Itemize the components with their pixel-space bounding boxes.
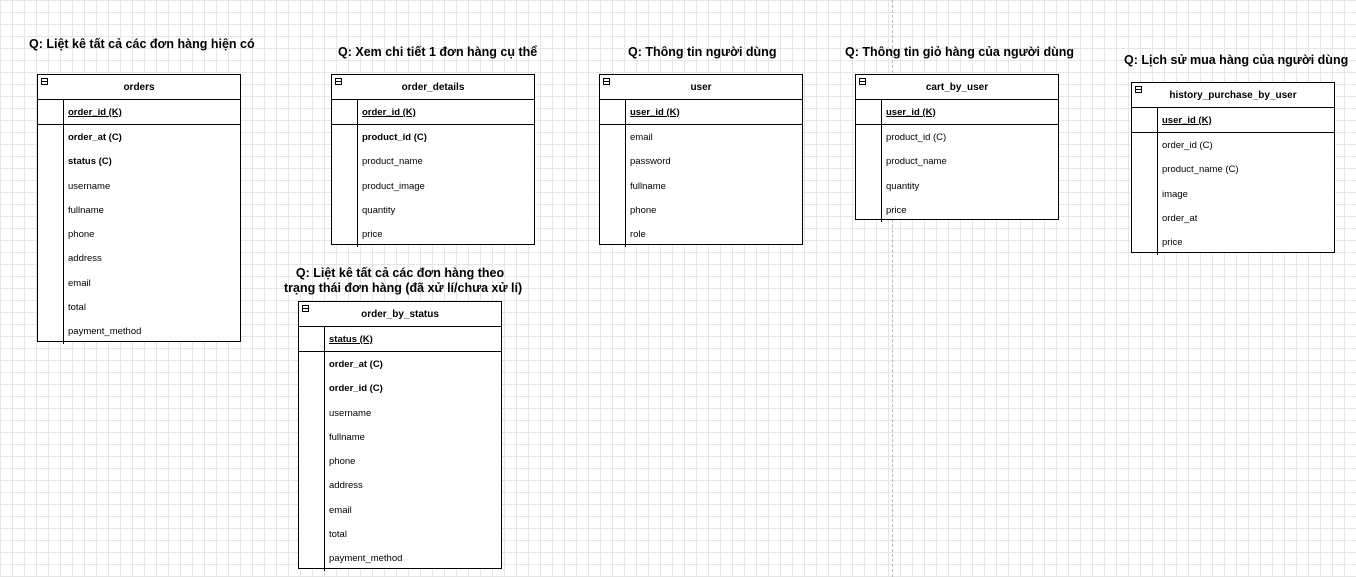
- table-name: order_by_status: [361, 308, 439, 320]
- column-section: order_at (C) status (C) username fullnam…: [38, 125, 240, 344]
- column-row[interactable]: email: [600, 125, 802, 149]
- table-name: history_purchase_by_user: [1169, 89, 1297, 101]
- key-section: user_id (K): [856, 100, 1058, 126]
- primary-key-row[interactable]: user_id (K): [856, 100, 1058, 124]
- table-header[interactable]: user: [600, 75, 802, 100]
- query-label-orders: Q: Liệt kê tất cả các đơn hàng hiện có: [29, 37, 255, 51]
- column-row[interactable]: product_name: [332, 150, 534, 174]
- query-label-cart-by-user: Q: Thông tin giỏ hàng của người dùng: [845, 45, 1075, 59]
- column-row[interactable]: address: [38, 247, 240, 271]
- column-row[interactable]: price: [332, 222, 534, 246]
- column-row[interactable]: product_image: [332, 174, 534, 198]
- key-section: order_id (K): [38, 100, 240, 126]
- column-row[interactable]: order_at: [1132, 206, 1334, 230]
- key-section: order_id (K): [332, 100, 534, 126]
- table-header[interactable]: order_details: [332, 75, 534, 100]
- collapse-icon[interactable]: [859, 78, 866, 85]
- column-row[interactable]: quantity: [856, 174, 1058, 198]
- column-row[interactable]: fullname: [299, 425, 501, 449]
- column-section: product_id (C) product_name product_imag…: [332, 125, 534, 248]
- column-row[interactable]: payment_method: [299, 547, 501, 571]
- column-row[interactable]: product_name (C): [1132, 158, 1334, 182]
- diagram-canvas: Q: Liệt kê tất cả các đơn hàng hiện có Q…: [0, 0, 1356, 577]
- query-label-order-by-status: Q: Liệt kê tất cả các đơn hàng theo trạn…: [284, 266, 523, 296]
- column-row[interactable]: total: [38, 295, 240, 319]
- collapse-icon[interactable]: [41, 78, 48, 85]
- query-label-history-purchase: Q: Lịch sử mua hàng của người dùng: [1124, 53, 1349, 67]
- collapse-icon[interactable]: [302, 305, 309, 312]
- primary-key-row[interactable]: user_id (K): [600, 100, 802, 124]
- query-label-user: Q: Thông tin người dùng: [628, 45, 777, 59]
- table-header[interactable]: orders: [38, 75, 240, 100]
- primary-key-row[interactable]: status (K): [299, 327, 501, 351]
- column-row[interactable]: phone: [38, 222, 240, 246]
- collapse-icon[interactable]: [603, 78, 610, 85]
- table-name: cart_by_user: [925, 81, 989, 93]
- column-row[interactable]: total: [299, 522, 501, 546]
- key-section: status (K): [299, 327, 501, 353]
- column-section: order_id (C) product_name (C) image orde…: [1132, 133, 1334, 256]
- column-row[interactable]: phone: [299, 449, 501, 473]
- table-name: order_details: [401, 81, 465, 93]
- column-row[interactable]: address: [299, 474, 501, 498]
- table-history-purchase-by-user[interactable]: history_purchase_by_user user_id (K) ord…: [1131, 82, 1335, 256]
- column-row[interactable]: price: [856, 198, 1058, 222]
- column-row[interactable]: payment_method: [38, 320, 240, 344]
- column-row[interactable]: quantity: [332, 198, 534, 222]
- table-header[interactable]: cart_by_user: [856, 75, 1058, 100]
- column-row[interactable]: email: [299, 498, 501, 522]
- key-section: user_id (K): [600, 100, 802, 126]
- query-label-line-1: Q: Liệt kê tất cả các đơn hàng theo: [295, 266, 505, 280]
- table-order-details[interactable]: order_details order_id (K) product_id (C…: [331, 74, 535, 248]
- column-row[interactable]: username: [299, 401, 501, 425]
- collapse-icon[interactable]: [1135, 86, 1142, 93]
- primary-key-row[interactable]: order_id (K): [332, 100, 534, 124]
- table-user[interactable]: user user_id (K) email password fullname…: [599, 74, 803, 248]
- column-row[interactable]: password: [600, 150, 802, 174]
- column-row[interactable]: order_at (C): [38, 125, 240, 149]
- column-row[interactable]: order_id (C): [1132, 133, 1334, 157]
- column-row[interactable]: price: [1132, 230, 1334, 254]
- column-row[interactable]: email: [38, 271, 240, 295]
- column-row[interactable]: status (C): [38, 150, 240, 174]
- table-name: user: [690, 81, 712, 93]
- column-row[interactable]: order_at (C): [299, 352, 501, 376]
- table-order-by-status[interactable]: order_by_status status (K) order_at (C) …: [298, 301, 502, 571]
- column-row[interactable]: phone: [600, 198, 802, 222]
- column-row[interactable]: product_name: [856, 150, 1058, 174]
- table-name: orders: [123, 81, 155, 93]
- primary-key-row[interactable]: user_id (K): [1132, 108, 1334, 132]
- column-row[interactable]: image: [1132, 182, 1334, 206]
- column-row[interactable]: product_id (C): [856, 125, 1058, 149]
- collapse-icon[interactable]: [335, 78, 342, 85]
- primary-key-row[interactable]: order_id (K): [38, 100, 240, 124]
- column-row[interactable]: order_id (C): [299, 377, 501, 401]
- table-cart-by-user[interactable]: cart_by_user user_id (K) product_id (C) …: [855, 74, 1059, 223]
- column-row[interactable]: username: [38, 174, 240, 198]
- column-row[interactable]: product_id (C): [332, 125, 534, 149]
- query-label-line-2: trạng thái đơn hàng (đã xử lí/chưa xử lí…: [284, 281, 523, 295]
- column-row[interactable]: role: [600, 222, 802, 246]
- column-row[interactable]: fullname: [600, 174, 802, 198]
- table-header[interactable]: order_by_status: [299, 302, 501, 327]
- table-orders[interactable]: orders order_id (K) order_at (C) status …: [37, 74, 241, 344]
- column-section: product_id (C) product_name quantity pri…: [856, 125, 1058, 223]
- column-section: email password fullname phone role: [600, 125, 802, 248]
- column-section: order_at (C) order_id (C) username fulln…: [299, 352, 501, 571]
- key-section: user_id (K): [1132, 108, 1334, 134]
- column-row[interactable]: fullname: [38, 198, 240, 222]
- table-header[interactable]: history_purchase_by_user: [1132, 83, 1334, 108]
- query-label-order-details: Q: Xem chi tiết 1 đơn hàng cụ thể: [338, 45, 538, 59]
